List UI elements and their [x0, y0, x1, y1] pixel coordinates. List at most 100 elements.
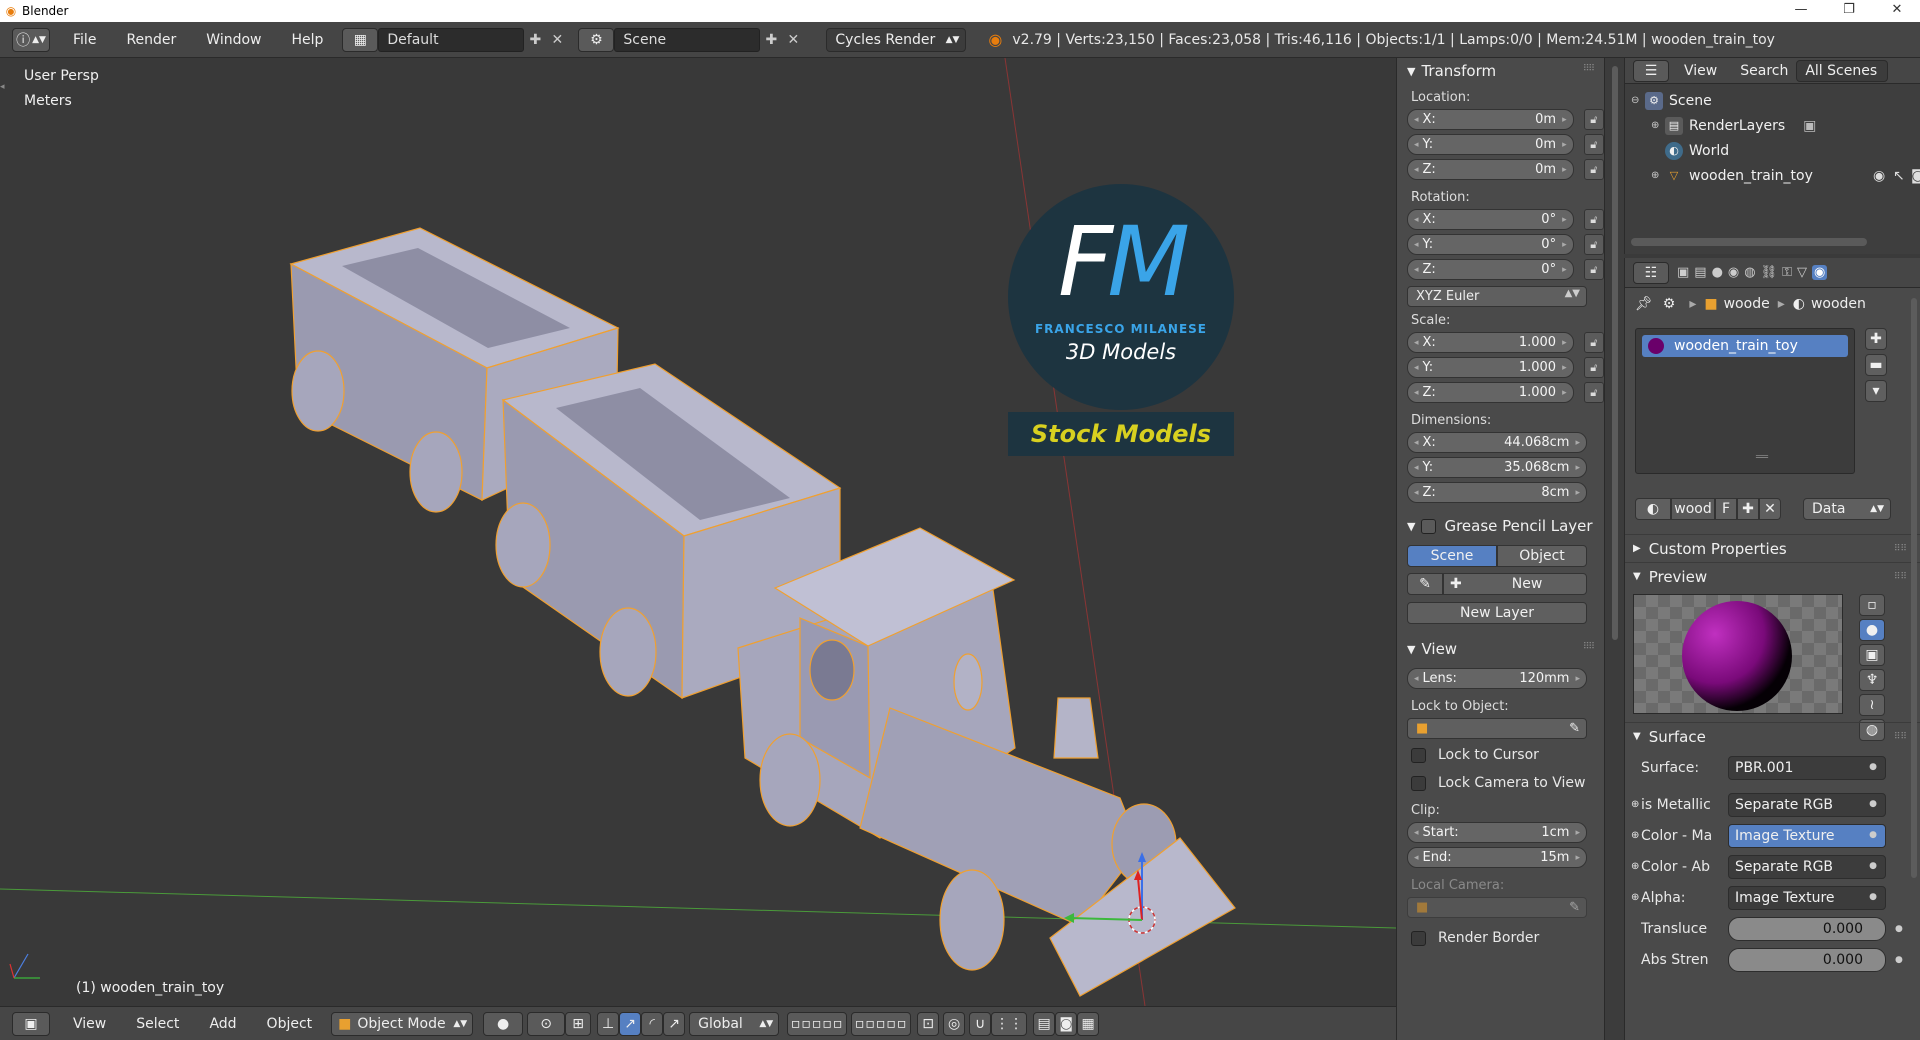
viewport-editor-type[interactable]: ▣: [12, 1011, 50, 1036]
location-z-field[interactable]: ◂ Z: 0m ▸: [1407, 159, 1574, 180]
transform-panel-header[interactable]: ▼ Transform ⠿⠿: [1397, 58, 1604, 84]
add-scene-icon[interactable]: ✚: [760, 29, 782, 51]
lock-icon[interactable]: 🔓︎: [1583, 357, 1604, 378]
grease-pencil-enable-checkbox[interactable]: [1421, 518, 1437, 534]
screen-layout-field[interactable]: Default: [378, 27, 525, 52]
rotation-mode-select[interactable]: XYZ Euler ▲▼: [1407, 286, 1587, 307]
scale-y-field[interactable]: ◂ Y: 1.000 ▸: [1407, 357, 1574, 378]
lock-object-field[interactable]: ■ ✎: [1407, 718, 1587, 739]
proportional-edit-button[interactable]: ◎: [943, 1011, 966, 1036]
close-button[interactable]: ✕: [1874, 0, 1920, 22]
preview-hair-button[interactable]: ≀: [1859, 694, 1885, 716]
menu-select[interactable]: Select: [121, 1016, 194, 1032]
scale-z-field[interactable]: ◂ Z: 1.000 ▸: [1407, 382, 1574, 403]
view-panel-header[interactable]: ▼ View ⠿⠿: [1397, 636, 1604, 662]
dimensions-x-field[interactable]: ◂ X: 44.068cm ▸: [1407, 432, 1587, 453]
screen-layout-browse[interactable]: ▦: [342, 27, 379, 52]
metallic-link-select[interactable]: Separate RGB ●: [1728, 792, 1886, 817]
area-divider-scrollbar[interactable]: [1604, 58, 1624, 1040]
snap-toggle-button[interactable]: ∪: [969, 1011, 992, 1036]
menu-add[interactable]: Add: [194, 1016, 251, 1032]
scene-field[interactable]: Scene: [614, 27, 761, 52]
lock-camera-row[interactable]: Lock Camera to View: [1411, 775, 1604, 791]
lock-icon[interactable]: 🔓︎: [1583, 234, 1604, 255]
menu-file[interactable]: File: [58, 32, 111, 48]
clip-start-field[interactable]: ◂ Start: 1cm ▸: [1407, 822, 1587, 843]
scale-manip-button[interactable]: ◜: [641, 1011, 664, 1036]
context-tabs[interactable]: ▣▤●◉◍⛓⚿▽: [1677, 265, 1812, 280]
delete-scene-icon[interactable]: ✕: [782, 29, 804, 51]
opengl-render-button[interactable]: ▤: [1033, 1011, 1056, 1036]
color-ma-link-select[interactable]: Image Texture ●: [1728, 823, 1886, 848]
drag-grip-icon[interactable]: ⠿⠿: [1583, 642, 1595, 652]
material-browse[interactable]: ◐: [1635, 498, 1671, 520]
material-slot-row[interactable]: wooden_train_toy: [1642, 335, 1848, 357]
render-engine-select[interactable]: Cycles Render ▲▼: [826, 27, 967, 52]
socket-dot-icon[interactable]: ●: [1895, 924, 1903, 934]
lock-to-cursor-row[interactable]: Lock to Cursor: [1411, 747, 1604, 763]
mode-select[interactable]: ■ Object Mode ▲▼: [331, 1011, 474, 1036]
collapse-toggle-icon[interactable]: ⊖: [1631, 95, 1645, 106]
socket-expand-icon[interactable]: ⊕: [1631, 830, 1639, 841]
rotation-y-field[interactable]: ◂ Y: 0° ▸: [1407, 234, 1574, 255]
drag-grip-icon[interactable]: ⠿⠿: [1583, 64, 1595, 74]
preview-flat-button[interactable]: ▫: [1859, 594, 1885, 616]
npanel-scrollbar-thumb[interactable]: [1612, 66, 1618, 640]
outliner-item-renderlayers[interactable]: ⊕ ▤ RenderLayers ▣: [1631, 113, 1920, 138]
custom-properties-header[interactable]: ▶ Custom Properties ⠿⠿: [1625, 534, 1920, 562]
new-material-button[interactable]: ✚: [1737, 498, 1759, 520]
new-grease-pencil-button[interactable]: ✚ New: [1443, 573, 1587, 595]
dimensions-z-field[interactable]: ◂ Z: 8cm ▸: [1407, 482, 1587, 503]
layer-lock-button[interactable]: ⊡: [917, 1011, 940, 1036]
add-screen-icon[interactable]: ✚: [524, 29, 546, 51]
lock-icon[interactable]: 🔓︎: [1583, 134, 1604, 155]
expand-toggle-icon[interactable]: ⊕: [1651, 170, 1665, 181]
viewport-canvas[interactable]: [0, 58, 1396, 1006]
fake-user-button[interactable]: F: [1715, 498, 1737, 520]
socket-expand-icon[interactable]: ⊕: [1631, 861, 1639, 872]
local-camera-field[interactable]: ■ ✎: [1407, 897, 1587, 918]
selectability-cursor-icon[interactable]: ↖: [1893, 168, 1905, 184]
preview-cube-button[interactable]: ▣: [1859, 644, 1885, 666]
color-ab-link-select[interactable]: Separate RGB ●: [1728, 854, 1886, 879]
rotation-x-field[interactable]: ◂ X: 0° ▸: [1407, 209, 1574, 230]
visibility-eye-icon[interactable]: ◉: [1873, 168, 1885, 184]
delete-screen-icon[interactable]: ✕: [546, 29, 568, 51]
properties-scrollbar-thumb[interactable]: [1911, 298, 1917, 878]
clip-end-field[interactable]: ◂ End: 15m ▸: [1407, 847, 1587, 868]
remove-slot-button[interactable]: ▬: [1865, 354, 1887, 376]
pin-icon[interactable]: 📌︎: [1635, 296, 1653, 312]
lock-icon[interactable]: 🔓︎: [1583, 332, 1604, 353]
add-slot-button[interactable]: ✚: [1865, 328, 1887, 350]
location-y-field[interactable]: ◂ Y: 0m ▸: [1407, 134, 1574, 155]
clapper-button[interactable]: ▦: [1077, 1011, 1100, 1036]
location-x-field[interactable]: ◂ X: 0m ▸: [1407, 109, 1574, 130]
socket-expand-icon[interactable]: ⊕: [1631, 799, 1639, 810]
translucency-slider[interactable]: 0.000: [1728, 916, 1886, 941]
pivot-select[interactable]: ⊙: [527, 1011, 566, 1036]
preview-sphere-button[interactable]: ●: [1859, 619, 1885, 641]
opengl-anim-button[interactable]: ◙: [1055, 1011, 1078, 1036]
lock-camera-checkbox[interactable]: [1411, 775, 1426, 791]
socket-dot-icon[interactable]: ●: [1895, 955, 1903, 965]
preview-header[interactable]: ▼ Preview ⠿⠿: [1625, 562, 1920, 590]
menu-render[interactable]: Render: [111, 32, 191, 48]
scale-x-field[interactable]: ◂ X: 1.000 ▸: [1407, 332, 1574, 353]
material-tab-icon[interactable]: ◉: [1812, 265, 1828, 280]
render-camera-icon[interactable]: ◙: [1911, 168, 1920, 184]
material-name-field[interactable]: wood: [1671, 498, 1715, 520]
material-slot-list[interactable]: wooden_train_toy ══: [1635, 328, 1855, 474]
link-select[interactable]: Data ▲▼: [1803, 498, 1891, 520]
tab-object[interactable]: Object: [1497, 545, 1587, 567]
lock-icon[interactable]: 🔓︎: [1583, 209, 1604, 230]
minimize-button[interactable]: —: [1778, 0, 1824, 22]
manipulator-toggle[interactable]: ⊞: [565, 1011, 592, 1036]
lock-icon[interactable]: 🔓︎: [1583, 109, 1604, 130]
rotate-manip-button[interactable]: ↗: [619, 1011, 642, 1036]
rotation-z-field[interactable]: ◂ Z: 0° ▸: [1407, 259, 1574, 280]
drag-grip-icon[interactable]: ⠿⠿: [1894, 572, 1907, 582]
pencil-browse[interactable]: ✎: [1407, 573, 1443, 595]
properties-editor-type[interactable]: ☷: [1633, 261, 1669, 284]
orientation-select[interactable]: Global ▲▼: [689, 1011, 780, 1036]
menu-object[interactable]: Object: [252, 1016, 328, 1032]
